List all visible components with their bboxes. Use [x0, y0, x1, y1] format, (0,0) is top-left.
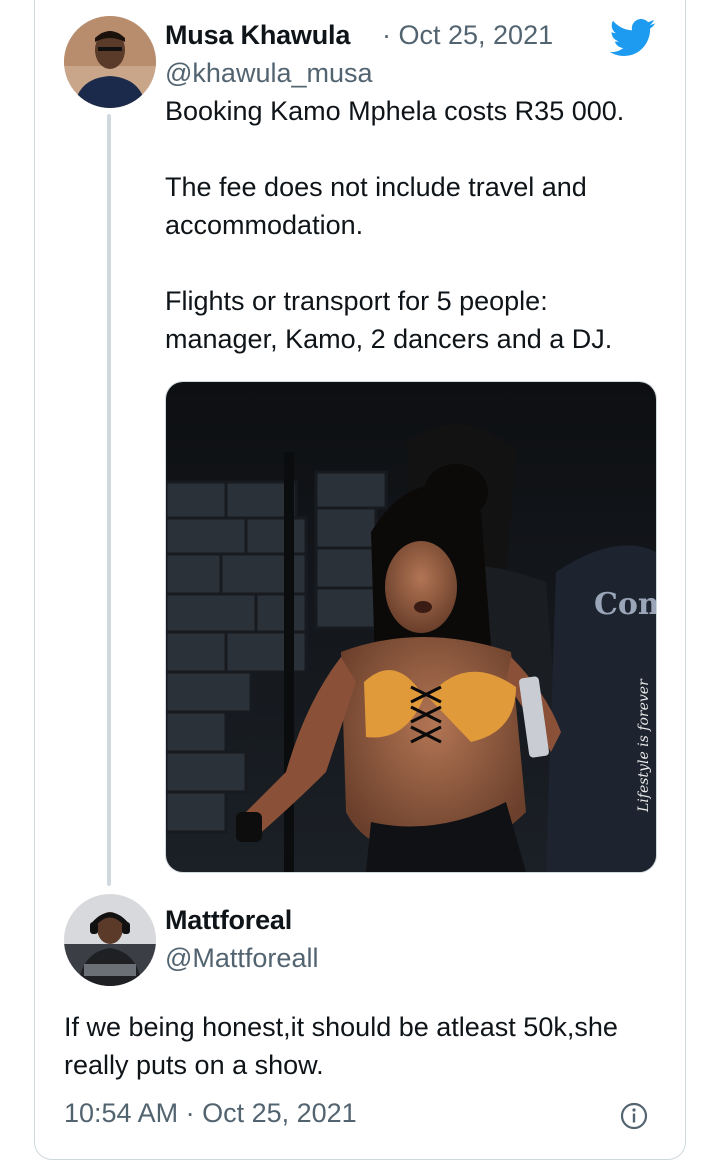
- tweet-body: Booking Kamo Mphela costs R35 000. The f…: [165, 96, 625, 354]
- user-handle[interactable]: @Mattforeall: [165, 943, 318, 974]
- display-name[interactable]: Musa Khawula: [165, 20, 350, 51]
- tweet-body: If we being honest,it should be atleast …: [64, 1012, 618, 1080]
- tweet-media-photo[interactable]: Com Lifestyle is forever: [165, 381, 657, 873]
- twitter-bird-icon[interactable]: [610, 18, 656, 58]
- display-name[interactable]: Mattforeal: [165, 905, 292, 936]
- media-watermark: Lifestyle is forever: [636, 678, 652, 813]
- avatar-musa-khawula[interactable]: [64, 16, 156, 108]
- tweet-timestamp[interactable]: 10:54 AM · Oct 25, 2021: [64, 1098, 357, 1129]
- jacket-text: Com: [594, 587, 656, 622]
- info-icon[interactable]: [620, 1102, 648, 1130]
- thread-connector: [107, 114, 111, 886]
- tweet-date[interactable]: · Oct 25, 2021: [382, 20, 553, 51]
- user-handle[interactable]: @khawula_musa: [165, 58, 373, 89]
- avatar-mattforeal[interactable]: [64, 894, 156, 986]
